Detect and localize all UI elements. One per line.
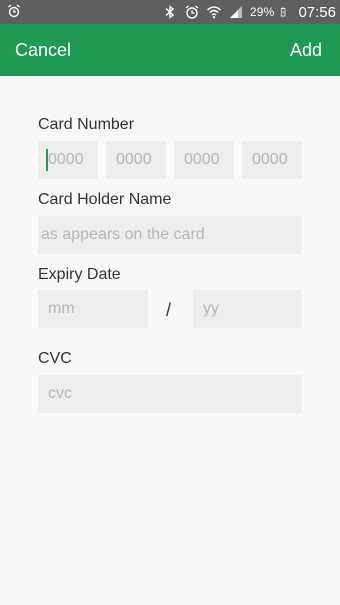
expiry-month-input[interactable]: mm bbox=[38, 290, 148, 328]
card-number-segment-4[interactable]: 0000 bbox=[242, 141, 302, 179]
expiry-year-input[interactable]: yy bbox=[193, 290, 302, 328]
card-number-segment-1-placeholder: 0000 bbox=[48, 151, 84, 168]
wifi-icon bbox=[206, 6, 221, 19]
app-bar: Cancel Add bbox=[0, 24, 340, 76]
alarm-icon bbox=[8, 4, 20, 18]
card-holder-input[interactable]: as appears on the card bbox=[38, 216, 302, 254]
card-number-segment-2-placeholder: 0000 bbox=[116, 151, 152, 168]
cancel-button[interactable]: Cancel bbox=[15, 24, 71, 76]
battery-icon bbox=[281, 7, 286, 17]
cvc-input[interactable]: cvc bbox=[38, 375, 302, 413]
card-form: Card Number 0000 0000 0000 0000 Card Hol… bbox=[0, 76, 340, 605]
expiry-separator: / bbox=[166, 300, 172, 320]
alarm-icon bbox=[185, 5, 199, 19]
status-bar: 29% 07:56 bbox=[0, 0, 340, 24]
expiry-date-label: Expiry Date bbox=[38, 266, 121, 283]
card-number-segment-3[interactable]: 0000 bbox=[174, 141, 234, 179]
expiry-month-placeholder: mm bbox=[48, 300, 75, 317]
cvc-placeholder: cvc bbox=[48, 385, 72, 402]
card-holder-label: Card Holder Name bbox=[38, 191, 172, 208]
bluetooth-icon bbox=[165, 5, 174, 19]
card-number-segment-1[interactable]: 0000 bbox=[38, 141, 98, 179]
clock: 07:56 bbox=[298, 3, 336, 21]
battery-percentage: 29% bbox=[249, 5, 275, 19]
card-number-segment-3-placeholder: 0000 bbox=[184, 151, 220, 168]
card-number-segment-4-placeholder: 0000 bbox=[252, 151, 288, 168]
signal-icon bbox=[229, 6, 242, 18]
card-number-segment-2[interactable]: 0000 bbox=[106, 141, 166, 179]
card-number-label: Card Number bbox=[38, 116, 135, 133]
add-button[interactable]: Add bbox=[290, 24, 322, 76]
expiry-year-placeholder: yy bbox=[203, 300, 219, 317]
text-cursor bbox=[46, 149, 48, 171]
cvc-label: CVC bbox=[38, 350, 72, 367]
card-holder-placeholder: as appears on the card bbox=[41, 226, 205, 243]
